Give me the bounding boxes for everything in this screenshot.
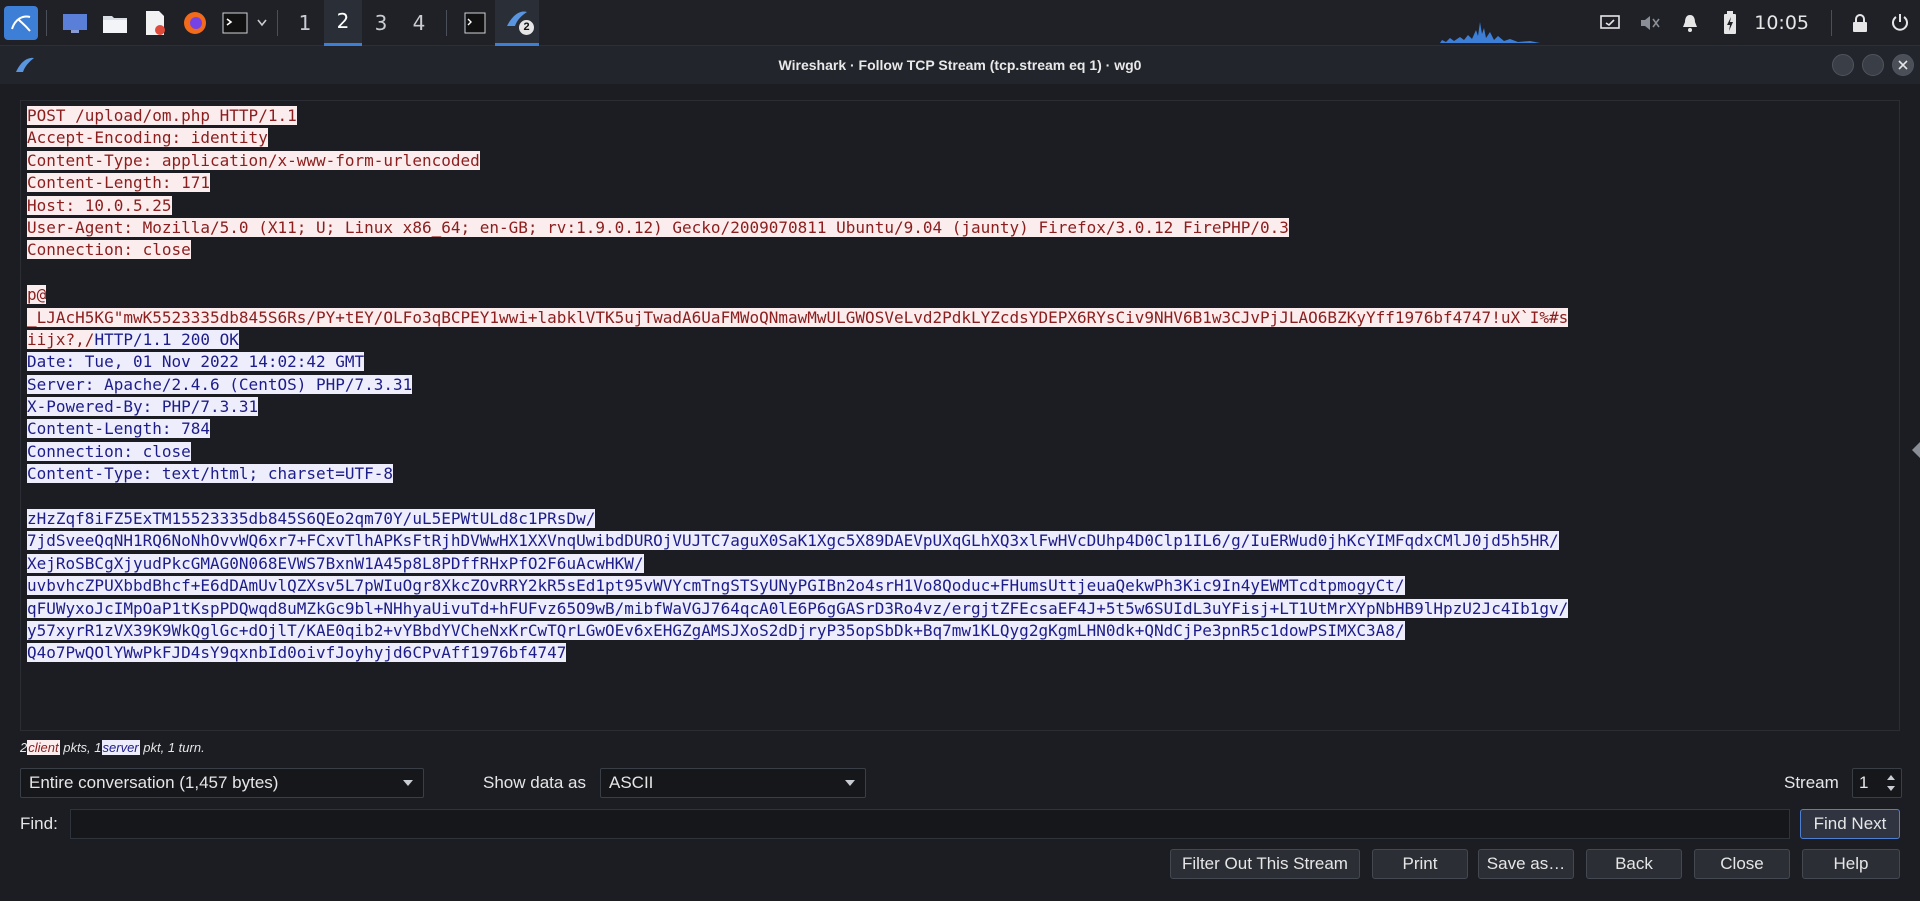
back-button[interactable]: Back: [1586, 849, 1682, 879]
summary-middle: pkts, 1: [63, 740, 102, 755]
wireshark-taskbar-button[interactable]: 2: [495, 0, 539, 46]
side-panel-handle-icon[interactable]: [1912, 442, 1920, 458]
client-request-line: Host: 10.0.5.25: [27, 195, 172, 215]
client-body-line: _LJAcH5KG"mwK5523335db845S6Rs/PY+tEY/OLF…: [27, 307, 1569, 327]
workspace-4[interactable]: 4: [400, 0, 438, 46]
terminal-window-icon[interactable]: [458, 0, 492, 46]
top-panel: 1 2 3 4 2 10:05: [0, 0, 1920, 46]
kali-menu-icon[interactable]: [4, 5, 38, 40]
stream-number-spinbox[interactable]: 1: [1852, 768, 1902, 798]
summary-tail: pkt, 1 turn.: [143, 740, 205, 755]
stream-label: Stream: [1784, 773, 1839, 792]
workspace-2[interactable]: 2: [324, 0, 362, 46]
find-next-button[interactable]: Find Next: [1800, 809, 1900, 839]
lock-icon[interactable]: [1840, 0, 1880, 46]
help-button[interactable]: Help: [1802, 849, 1900, 879]
wireshark-icon: [14, 55, 36, 80]
server-header-line: Connection: close: [27, 441, 191, 461]
maximize-button[interactable]: [1862, 54, 1884, 76]
terminal-icon[interactable]: [218, 0, 252, 46]
client-request-line: POST /upload/om.php HTTP/1.1: [27, 106, 297, 125]
conversation-select[interactable]: Entire conversation (1,457 bytes): [20, 768, 424, 798]
network-monitor-graph: [1410, 22, 1590, 43]
terminal-dropdown-icon[interactable]: [255, 0, 269, 46]
server-body-line: XejRoSBCgXjyudPkcGMAG0N068EVWS7BxnW1A45p…: [27, 553, 644, 573]
desktop-icon[interactable]: [58, 0, 92, 46]
mute-icon[interactable]: [1630, 0, 1670, 46]
print-button[interactable]: Print: [1372, 849, 1468, 879]
window-title: Wireshark · Follow TCP Stream (tcp.strea…: [778, 57, 1142, 73]
spin-up-icon[interactable]: [1887, 775, 1895, 780]
panel-separator: [1831, 10, 1832, 36]
conversation-select-value: Entire conversation (1,457 bytes): [29, 773, 279, 792]
close-button[interactable]: Close: [1694, 849, 1790, 879]
find-label: Find:: [20, 814, 58, 833]
client-request-line: User-Agent: Mozilla/5.0 (X11; U; Linux x…: [27, 217, 1289, 237]
workspace-1[interactable]: 1: [286, 0, 324, 46]
stream-content[interactable]: POST /upload/om.php HTTP/1.1 Accept-Enco…: [20, 100, 1900, 731]
chevron-down-icon: [403, 780, 413, 786]
packet-summary: 2client pkts, 1server pkt, 1 turn.: [20, 740, 205, 755]
bell-icon[interactable]: [1670, 0, 1710, 46]
find-input[interactable]: [70, 809, 1790, 839]
show-data-select-value: ASCII: [609, 773, 654, 792]
client-request-line: Accept-Encoding: identity: [27, 128, 268, 148]
window-count-badge: 2: [519, 19, 534, 35]
chevron-down-icon: [845, 780, 855, 786]
workspace-3[interactable]: 3: [362, 0, 400, 46]
server-status-line: HTTP/1.1 200 OK: [94, 329, 239, 349]
client-body-line: iijx?,/: [27, 329, 95, 349]
server-body-line: Q4o7PwQOlYWwPkFJD4sY9qxnbId0oivfJoyhyjd6…: [27, 643, 567, 663]
client-label: client: [27, 740, 60, 755]
panel-separator: [277, 9, 278, 36]
clock[interactable]: 10:05: [1750, 12, 1823, 34]
notifications-icon[interactable]: [1590, 0, 1630, 46]
server-header-line: Content-Length: 784: [27, 419, 211, 439]
spin-down-icon[interactable]: [1887, 786, 1895, 791]
panel-separator: [46, 9, 47, 36]
window-titlebar[interactable]: Wireshark · Follow TCP Stream (tcp.strea…: [0, 46, 1920, 84]
show-data-select[interactable]: ASCII: [600, 768, 866, 798]
server-body-line: zHzZqf8iFZ5ExTM15523335db845S6QEo2qm70Y/…: [27, 509, 596, 529]
panel-separator: [446, 9, 447, 36]
battery-icon[interactable]: [1710, 0, 1750, 46]
close-window-button[interactable]: [1892, 54, 1914, 76]
show-data-label: Show data as: [483, 773, 587, 792]
client-body-line: p@: [27, 285, 47, 305]
power-icon[interactable]: [1880, 0, 1920, 46]
server-body-line: y57xyrR1zVX39K9WkQglGc+dOjlT/KAE0qib2+vY…: [27, 620, 1405, 640]
client-request-line: Content-Length: 171: [27, 173, 211, 193]
server-header-line: Date: Tue, 01 Nov 2022 14:02:42 GMT: [27, 352, 365, 372]
server-body-line: uvbvhcZPUXbbdBhcf+E6dDAmUvlQZXsv5L7pWIuO…: [27, 576, 1405, 596]
server-header-line: Server: Apache/2.4.6 (CentOS) PHP/7.3.31: [27, 374, 413, 394]
client-request-line: Content-Type: application/x-www-form-url…: [27, 150, 480, 170]
minimize-button[interactable]: [1832, 54, 1854, 76]
filter-out-stream-button[interactable]: Filter Out This Stream: [1170, 849, 1360, 879]
firefox-icon[interactable]: [178, 0, 212, 46]
server-body-line: 7jdSveeQqNH1RQ6NoNhOvvWQ6xr7+FCxvTlhAPKs…: [27, 531, 1559, 551]
stream-number-value: 1: [1859, 773, 1869, 792]
server-header-line: Content-Type: text/html; charset=UTF-8: [27, 464, 394, 484]
server-label: server: [101, 740, 140, 755]
save-as-button[interactable]: Save as…: [1478, 849, 1574, 879]
server-body-line: qFUWyxoJcIMpOaP1tKspPDQwqd8uMZkGc9bl+NHh…: [27, 598, 1569, 618]
file-manager-icon[interactable]: [98, 0, 132, 46]
close-icon: [1898, 60, 1908, 70]
server-header-line: X-Powered-By: PHP/7.3.31: [27, 397, 259, 417]
text-editor-icon[interactable]: [138, 0, 172, 46]
client-request-line: Connection: close: [27, 240, 191, 260]
